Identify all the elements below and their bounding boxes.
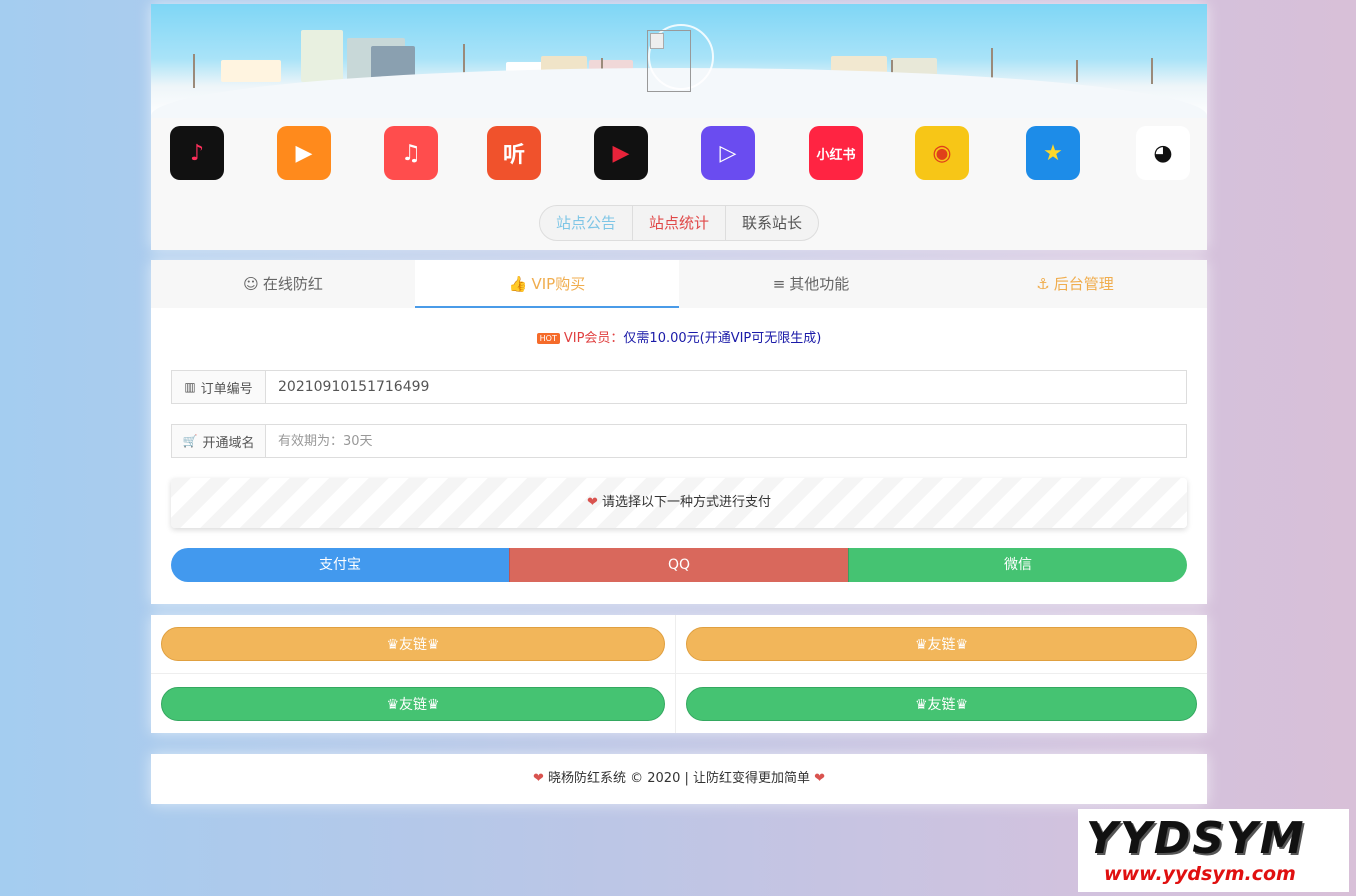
payment-buttons: 支付宝 QQ 微信 (171, 548, 1187, 582)
douyin-app-icon[interactable]: ♪ (170, 126, 224, 180)
qq-pay-button[interactable]: QQ (509, 548, 849, 582)
nav-contact[interactable]: 联系站长 (726, 206, 818, 240)
payment-prompt-text: 请选择以下一种方式进行支付 (602, 495, 772, 510)
tab-online-anti-red[interactable]: ☺ 在线防红 (151, 260, 415, 308)
notice-prefix: VIP会员： (563, 331, 624, 346)
footer: ❤ 晓杨防红系统 © 2020 | 让防红变得更加简单 ❤ (151, 754, 1207, 804)
friend-link-button[interactable]: ♛友链♛ (686, 686, 1197, 721)
alipay-button[interactable]: 支付宝 (171, 548, 509, 582)
footer-text: 晓杨防红系统 © 2020 | 让防红变得更加简单 (548, 771, 810, 786)
order-number-group: ▥ 订单编号 (171, 370, 1187, 404)
link-cell: ♛友链♛ (151, 674, 676, 733)
heart-icon: ❤ (532, 771, 544, 786)
vip-panel: HOTVIP会员：仅需10.00元(开通VIP可无限生成) ▥ 订单编号 🛒 开通域… (151, 308, 1207, 604)
cart-icon: 🛒 (182, 434, 198, 448)
broken-logo-image (647, 30, 691, 92)
friend-link-button[interactable]: ♛友链♛ (686, 627, 1197, 661)
nav-statistics[interactable]: 站点统计 (633, 206, 727, 240)
tab-label: 其他功能 (789, 275, 850, 293)
app-icons-area: ♪ ▶ ♫ 听 ▶ ▷ 小红书 ◉ ★ ◕ 站点公告 站点统计 联系站长 (151, 118, 1207, 250)
qq-app-icon[interactable]: ◕ (1136, 126, 1190, 180)
watermark-logo: YYDSYM www.yydsym.com (1078, 809, 1349, 892)
notice-text: 仅需10.00元(开通VIP可无限生成) (623, 331, 822, 346)
domain-label: 🛒 开通域名 (172, 425, 266, 457)
friend-link-button[interactable]: ♛友链♛ (161, 627, 665, 661)
domain-input[interactable] (266, 425, 1186, 457)
watermark-title: YYDSYM (1086, 813, 1306, 864)
anchor-icon: ⚓ (1036, 275, 1050, 293)
main-card: ☺ 在线防红 👍 VIP购买 ≡ 其他功能 ⚓ 后台管理 HOT VIP会员：仅需10.0… (151, 260, 1207, 604)
video-purple-app-icon[interactable]: ▷ (701, 126, 755, 180)
order-number-input[interactable] (266, 371, 1186, 403)
vip-notice: HOT VIP会员：仅需10.00元(开通VIP可无限生成) (171, 328, 1187, 350)
cartoon-app-icon[interactable]: ◉ (915, 126, 969, 180)
tab-bar: ☺ 在线防红 👍 VIP购买 ≡ 其他功能 ⚓ 后台管理 (151, 260, 1207, 308)
tab-label: 在线防红 (262, 275, 323, 293)
heart-icon: ❤ (586, 495, 598, 510)
ting-app-icon[interactable]: 听 (487, 126, 541, 180)
video-red-app-icon[interactable]: ▶ (594, 126, 648, 180)
tab-label: VIP购买 (531, 275, 586, 293)
friend-links-card: ♛友链♛ ♛友链♛ ♛友链♛ ♛友链♛ (151, 615, 1207, 733)
tab-vip-purchase[interactable]: 👍 VIP购买 (415, 260, 679, 308)
tab-admin[interactable]: ⚓ 后台管理 (943, 260, 1207, 308)
menu-icon: ≡ (772, 275, 786, 293)
order-number-label: ▥ 订单编号 (172, 371, 266, 403)
wechat-pay-button[interactable]: 微信 (849, 548, 1187, 582)
link-cell: ♛友链♛ (676, 674, 1207, 733)
quanmin-k-app-icon[interactable]: ♫ (384, 126, 438, 180)
link-cell: ♛友链♛ (151, 615, 676, 674)
addon-text: 订单编号 (200, 381, 253, 397)
tab-other-functions[interactable]: ≡ 其他功能 (679, 260, 943, 308)
hot-badge: HOT (536, 333, 560, 344)
addon-text: 开通域名 (202, 435, 255, 451)
payment-prompt: ❤ 请选择以下一种方式进行支付 (171, 478, 1187, 528)
site-nav: 站点公告 站点统计 联系站长 (539, 205, 820, 241)
banner-image (151, 4, 1207, 118)
watermark-url: www.yydsym.com (1104, 863, 1296, 885)
kuaishou-app-icon[interactable]: ▶ (277, 126, 331, 180)
friend-link-button[interactable]: ♛友链♛ (161, 686, 665, 721)
smile-icon: ☺ (243, 275, 259, 293)
nav-announcement[interactable]: 站点公告 (540, 206, 634, 240)
domain-group: 🛒 开通域名 (171, 424, 1187, 458)
xiaohongshu-app-icon[interactable]: 小红书 (809, 126, 863, 180)
heart-icon: ❤ (814, 771, 826, 786)
link-cell: ♛友链♛ (676, 615, 1207, 674)
header-card: ♪ ▶ ♫ 听 ▶ ▷ 小红书 ◉ ★ ◕ 站点公告 站点统计 联系站长 (151, 4, 1207, 250)
qq-space-app-icon[interactable]: ★ (1026, 126, 1080, 180)
tab-label: 后台管理 (1053, 275, 1114, 293)
thumbs-up-icon: 👍 (508, 275, 528, 293)
barcode-icon: ▥ (184, 380, 196, 394)
